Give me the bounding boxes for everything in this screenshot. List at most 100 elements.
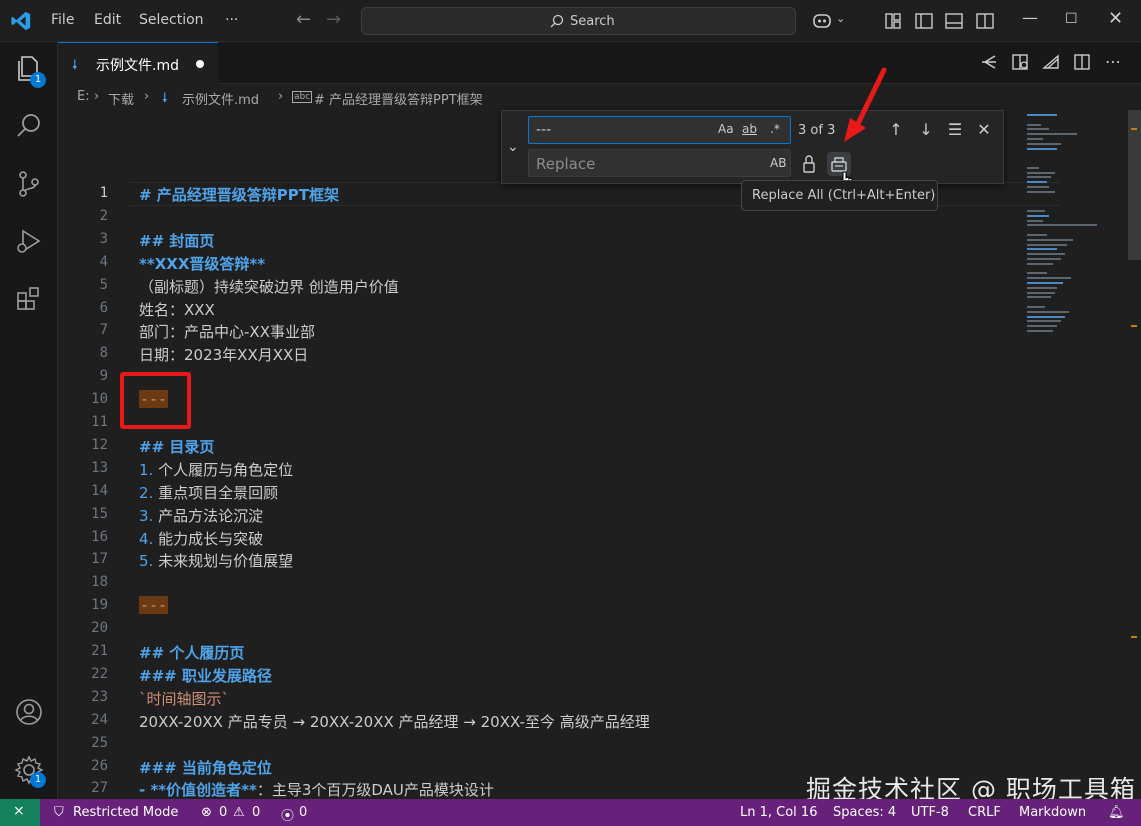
breadcrumb: E: › 下载 › 🠗 示例文件.md › abc # 产品经理晋级答辩PPT框… [58, 84, 1141, 110]
notifications-bell-icon[interactable]: 🔔︎ [1108, 805, 1125, 820]
restricted-mode[interactable]: Restricted Mode [73, 805, 178, 820]
extensions-icon[interactable] [13, 283, 45, 315]
find-in-selection-icon[interactable]: ☰ [945, 120, 965, 140]
list-marker: 4. [139, 529, 154, 548]
code-line: **XXX晋级答辩** [139, 254, 266, 273]
close-find-icon[interactable]: ✕ [974, 120, 994, 140]
chevron-down-icon[interactable]: ⌄ [836, 12, 845, 25]
scroll-match-marker [1131, 325, 1137, 327]
minimap-line [1027, 123, 1041, 126]
activity-bar: 1 1 [0, 42, 58, 799]
menu-edit[interactable]: Edit [94, 12, 121, 28]
close-window-icon[interactable]: ✕ [1108, 8, 1123, 29]
minimap-line [1027, 176, 1051, 179]
minimap-line [1027, 243, 1067, 246]
accounts-icon[interactable] [13, 696, 45, 728]
menu-file[interactable]: File [51, 12, 74, 28]
indentation[interactable]: Spaces: 4 [833, 805, 896, 820]
warning-count[interactable]: 0 [252, 805, 260, 820]
status-bar: ⨯ ⛉ Restricted Mode ⊗ 0 ⚠ 0 ⦿ 0 Ln 1, Co… [0, 799, 1141, 826]
line-number: 23 [91, 688, 108, 705]
menu-selection[interactable]: Selection [139, 12, 204, 28]
cursor-position[interactable]: Ln 1, Col 16 [740, 805, 817, 820]
title-bar: File Edit Selection ··· ← → Search ⌄ — ☐… [0, 0, 1141, 42]
tab-bar: 🠗 示例文件.md ⋯ [58, 42, 1141, 84]
breadcrumb-drive[interactable]: E: [77, 89, 90, 104]
code-line: 姓名：XXX [139, 300, 215, 319]
minimap-line [1027, 315, 1065, 318]
breadcrumb-file[interactable]: 示例文件.md [182, 89, 259, 108]
line-number: 3 [99, 230, 108, 247]
minimap-line [1027, 238, 1073, 241]
match-whole-word-icon[interactable]: ab [742, 122, 757, 136]
preserve-case-icon[interactable]: AB [770, 156, 786, 170]
remote-indicator-icon[interactable]: ⨯ [0, 799, 40, 826]
search-icon [550, 14, 564, 28]
use-regex-icon[interactable]: .* [770, 122, 780, 136]
minimap-line [1027, 214, 1049, 217]
line-number: 19 [91, 597, 108, 614]
copilot-icon[interactable] [811, 10, 833, 32]
unsaved-dot-icon[interactable] [196, 60, 204, 68]
tab-example-file[interactable]: 🠗 示例文件.md [58, 42, 218, 84]
source-control-icon[interactable] [13, 168, 45, 200]
ports-icon[interactable]: ⦿ [281, 805, 294, 824]
next-match-icon[interactable]: ↓ [916, 120, 936, 140]
run-debug-icon[interactable] [13, 225, 45, 257]
code-line: 1. 个人履历与角色定位 [139, 459, 293, 480]
maximize-icon[interactable]: ☐ [1065, 11, 1078, 27]
scroll-match-marker [1131, 128, 1137, 130]
list-text: 能力成长与突破 [153, 529, 264, 548]
replace-all-tooltip: Replace All (Ctrl+Alt+Enter) [741, 180, 938, 211]
symbol-string-icon: abc [292, 91, 313, 103]
scrollbar-thumb[interactable] [1128, 110, 1141, 260]
match-case-icon[interactable]: Aa [718, 122, 734, 136]
open-preview-to-side-icon[interactable] [1010, 52, 1030, 72]
chevron-right-icon: › [278, 89, 284, 104]
replace-icon[interactable] [797, 152, 821, 176]
list-text: ：主导3个百万级DAU产品模块设计 [256, 781, 494, 799]
editor[interactable]: 1 # 产品经理晋级答辩PPT框架 2 3 ## 封面页 4 **XXX晋级答辩** 5 （副标… [58, 110, 1141, 799]
menu-more[interactable]: ··· [225, 12, 238, 28]
command-center-search[interactable]: Search [361, 7, 796, 35]
replace-input[interactable]: Replace AB [528, 149, 791, 177]
open-changes-icon[interactable] [979, 52, 999, 72]
minimize-icon[interactable]: — [1022, 8, 1038, 27]
customize-layout-icon[interactable] [882, 10, 904, 32]
toggle-panel-icon[interactable] [943, 10, 965, 32]
warning-icon[interactable]: ⚠ [233, 805, 245, 820]
toggle-secondary-sidebar-icon[interactable] [974, 10, 996, 32]
line-number: 17 [91, 551, 108, 568]
code-line: 3. 产品方法论沉淀 [139, 505, 263, 526]
minimap-line [1027, 190, 1055, 193]
tab-label: 示例文件.md [96, 58, 179, 74]
split-editor-icon[interactable] [1072, 52, 1092, 72]
toggle-replace-chevron-icon[interactable]: ⌄ [507, 139, 519, 155]
end-of-line[interactable]: CRLF [968, 805, 1001, 820]
list-marker: 1. [139, 460, 154, 479]
toggle-primary-sidebar-icon[interactable] [913, 10, 935, 32]
minimap-line [1027, 219, 1043, 222]
markdown-preview-icon[interactable] [1041, 52, 1061, 72]
error-count[interactable]: 0 [219, 805, 227, 820]
find-input[interactable]: --- Aa ab .* [528, 116, 791, 144]
encoding[interactable]: UTF-8 [911, 805, 949, 820]
more-actions-icon[interactable]: ⋯ [1103, 52, 1123, 72]
breadcrumb-symbol[interactable]: # 产品经理晋级答辩PPT框架 [314, 89, 483, 108]
ports-count[interactable]: 0 [299, 805, 307, 820]
error-icon[interactable]: ⊗ [201, 805, 212, 820]
minimap-line [1027, 147, 1057, 150]
language-mode[interactable]: Markdown [1019, 805, 1086, 820]
search-icon[interactable] [13, 110, 45, 142]
code-line: 2. 重点项目全景回顾 [139, 482, 278, 503]
breadcrumb-folder[interactable]: 下载 [108, 89, 134, 108]
minimap[interactable] [1025, 110, 1131, 340]
list-text: 未来规划与价值展望 [153, 552, 294, 571]
scroll-match-marker [1131, 636, 1137, 638]
code-line: （副标题）持续突破边界 创造用户价值 [139, 277, 399, 296]
line-number: 24 [91, 711, 108, 728]
back-arrow-icon[interactable]: ← [296, 9, 311, 30]
forward-arrow-icon[interactable]: → [326, 9, 341, 30]
find-input-value: --- [536, 122, 552, 138]
line-number: 15 [91, 505, 108, 522]
